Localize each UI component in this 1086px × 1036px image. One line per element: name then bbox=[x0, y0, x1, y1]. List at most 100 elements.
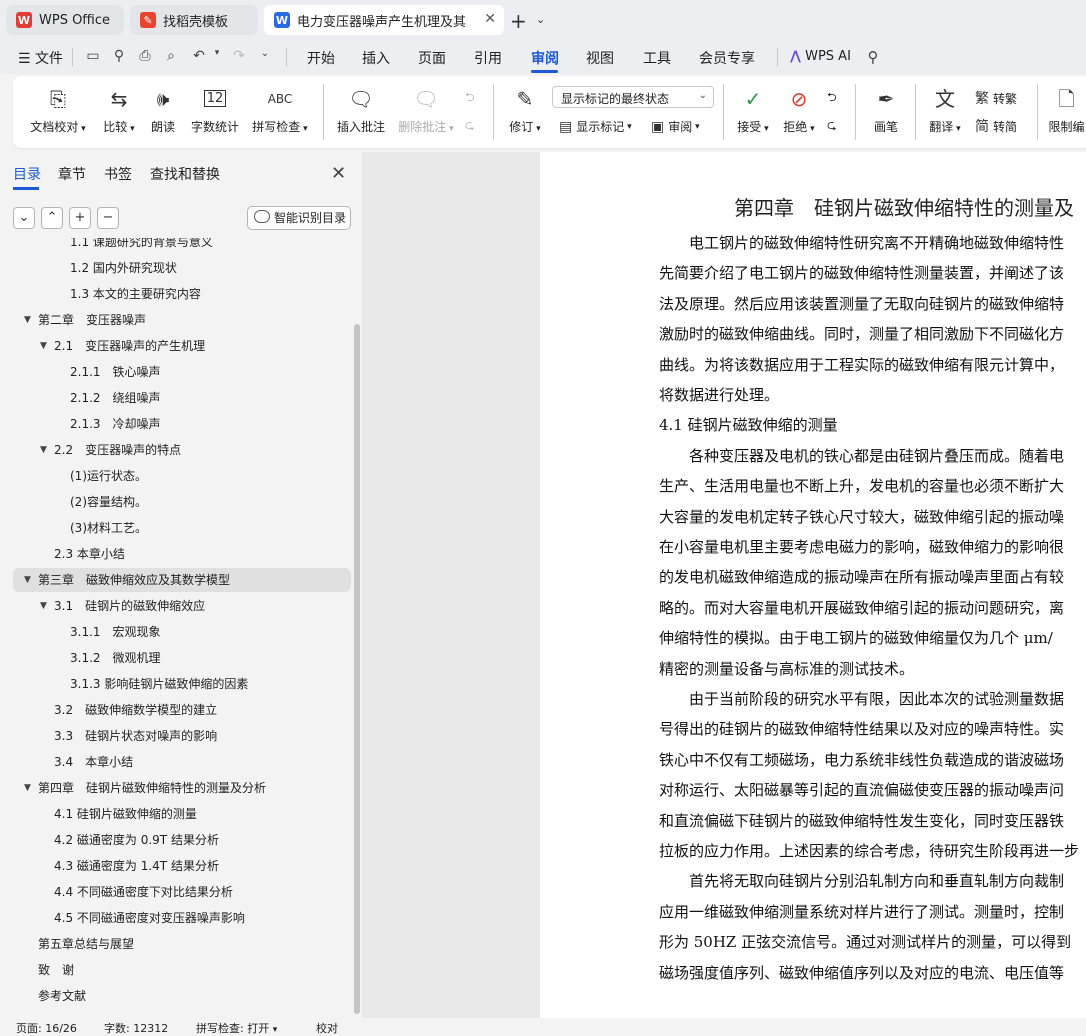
toc-item[interactable]: 1.2 国内外研究现状 bbox=[0, 256, 355, 280]
menu-insert[interactable]: 插入 bbox=[362, 48, 390, 68]
share-icon[interactable]: ⚲ bbox=[110, 48, 128, 66]
toc-item[interactable]: 4.3 磁通密度为 1.4T 结果分析 bbox=[0, 854, 355, 878]
reject-button[interactable]: ⊘ 拒绝 ▾ bbox=[779, 86, 819, 135]
markup-state-select[interactable]: 显示标记的最终状态 ⌄ bbox=[552, 86, 714, 108]
toc-item[interactable]: ▼ 2.1 变压器噪声的产生机理 bbox=[0, 334, 355, 358]
toc-item[interactable]: (2)容量结构。 bbox=[0, 490, 355, 514]
word-count-button[interactable]: 12 字数统计 bbox=[189, 86, 241, 135]
lock-doc-icon: 🗋 bbox=[1058, 87, 1075, 111]
insert-comment-button[interactable]: 🗨 插入批注 bbox=[335, 86, 387, 135]
add-heading-button[interactable]: + bbox=[69, 207, 91, 229]
file-menu[interactable]: ☰ 文件 bbox=[18, 48, 63, 68]
toc-item[interactable]: 3.1.2 微观机理 bbox=[0, 646, 355, 670]
track-changes-button[interactable]: ✎ 修订 ▾ bbox=[505, 86, 545, 135]
tab-wps-office[interactable]: W WPS Office bbox=[6, 5, 124, 35]
toc-item[interactable]: 2.1.3 冷却噪声 bbox=[0, 412, 355, 436]
toc-item[interactable]: 1.1 课题研究的背景与意义 bbox=[0, 238, 355, 254]
tab-bookmarks[interactable]: 书签 bbox=[104, 164, 132, 184]
chevron-down-icon[interactable]: ▾ bbox=[208, 48, 226, 66]
menu-review[interactable]: 审阅 bbox=[531, 48, 559, 68]
toc-item[interactable]: ▼ 2.2 变压器噪声的特点 bbox=[0, 438, 355, 462]
collapse-arrow-icon[interactable]: ▼ bbox=[24, 776, 31, 800]
word-count-indicator[interactable]: 字数: 12312 bbox=[104, 1020, 168, 1036]
toc-item[interactable]: 4.1 硅钢片磁致伸缩的测量 bbox=[0, 802, 355, 826]
toc-scrollbar[interactable] bbox=[354, 324, 360, 1014]
toc-item[interactable]: (1)运行状态。 bbox=[0, 464, 355, 488]
collapse-up-button[interactable]: ⌃ bbox=[41, 207, 63, 229]
restrict-editing-button[interactable]: 🗋 限制编 bbox=[1047, 86, 1086, 135]
search-icon[interactable]: ⚲ bbox=[864, 48, 882, 66]
menu-view[interactable]: 视图 bbox=[586, 48, 614, 68]
menu-tools[interactable]: 工具 bbox=[643, 48, 671, 68]
toc-item[interactable]: 3.4 本章小结 bbox=[0, 750, 355, 774]
read-aloud-button[interactable]: 🕪 朗读 bbox=[147, 86, 179, 135]
pen-button[interactable]: ✒ 画笔 bbox=[871, 86, 901, 135]
undo-icon[interactable]: ↶ bbox=[190, 48, 208, 66]
toc-item[interactable]: 3.1.1 宏观现象 bbox=[0, 620, 355, 644]
toc-item[interactable]: ▼ 第二章 变压器噪声 bbox=[0, 308, 355, 332]
document-page[interactable]: 第四章 硅钢片磁致伸缩特性的测量及 电工钢片的磁致伸缩特性研究离不开精确地磁致伸… bbox=[540, 152, 1086, 1018]
tab-chapters[interactable]: 章节 bbox=[58, 164, 86, 184]
toc-item[interactable]: 3.1.3 影响硅钢片磁致伸缩的因素 bbox=[0, 672, 355, 696]
spell-check-button[interactable]: ABC 拼写检查 ▾ bbox=[249, 86, 311, 135]
proofread-status[interactable]: 校对 bbox=[316, 1020, 338, 1036]
compare-button[interactable]: ⇆ 比较 ▾ bbox=[97, 86, 141, 135]
collapse-arrow-icon[interactable]: ▼ bbox=[24, 568, 31, 592]
toc-item[interactable]: 3.2 磁致伸缩数学模型的建立 bbox=[0, 698, 355, 722]
delete-comment-button[interactable]: 🗨 删除批注 ▾ bbox=[395, 86, 457, 135]
remove-heading-button[interactable]: − bbox=[97, 207, 119, 229]
proofread-button[interactable]: ⎘ 文档校对 ▾ bbox=[29, 86, 87, 135]
toc-item[interactable]: 3.3 硅钢片状态对噪声的影响 bbox=[0, 724, 355, 748]
close-icon[interactable]: ✕ bbox=[331, 163, 346, 184]
next-comment-icon[interactable]: ⮎ bbox=[465, 116, 475, 137]
prev-change-icon[interactable]: ⮌ bbox=[827, 88, 837, 109]
spell-check-status[interactable]: 拼写检查: 打开 ▾ bbox=[196, 1020, 277, 1036]
collapse-arrow-icon[interactable]: ▼ bbox=[24, 308, 31, 332]
tab-find-replace[interactable]: 查找和替换 bbox=[150, 164, 220, 184]
next-change-icon[interactable]: ⮎ bbox=[827, 116, 837, 137]
collapse-arrow-icon[interactable]: ▼ bbox=[40, 334, 47, 358]
close-icon[interactable]: ✕ bbox=[484, 11, 496, 27]
chevron-down-icon[interactable]: ⌄ bbox=[536, 13, 545, 26]
chevron-down-icon[interactable]: ⌄ bbox=[256, 48, 274, 66]
print-icon[interactable]: ⎙ bbox=[136, 48, 154, 66]
prev-comment-icon[interactable]: ⮌ bbox=[465, 88, 475, 109]
to-simplified-button[interactable]: 简 转简 bbox=[975, 116, 1017, 136]
toc-item[interactable]: 4.5 不同磁通密度对变压器噪声影响 bbox=[0, 906, 355, 930]
wps-ai-button[interactable]: ⋀ WPS AI bbox=[790, 49, 851, 64]
smart-toc-button[interactable]: 智能识别目录 bbox=[247, 206, 351, 230]
toc-item[interactable]: 1.3 本文的主要研究内容 bbox=[0, 282, 355, 306]
translate-button[interactable]: 文 翻译 ▾ bbox=[925, 86, 965, 135]
tab-toc[interactable]: 目录 bbox=[13, 164, 41, 184]
toc-item[interactable]: 4.4 不同磁通密度下对比结果分析 bbox=[0, 880, 355, 904]
expand-down-button[interactable]: ⌄ bbox=[13, 207, 35, 229]
toc-item[interactable]: (3)材料工艺。 bbox=[0, 516, 355, 540]
toc-item[interactable]: 2.1.1 铁心噪声 bbox=[0, 360, 355, 384]
tab-current-document[interactable]: W 电力变压器噪声产生机理及其影 ✕ bbox=[264, 5, 504, 35]
accept-button[interactable]: ✓ 接受 ▾ bbox=[733, 86, 773, 135]
print-preview-icon[interactable]: ⌕ bbox=[162, 48, 180, 66]
toc-item[interactable]: 第五章总结与展望 bbox=[0, 932, 355, 956]
menu-page[interactable]: 页面 bbox=[418, 48, 446, 68]
menu-references[interactable]: 引用 bbox=[474, 48, 502, 68]
toc-item[interactable]: 4.2 磁通密度为 0.9T 结果分析 bbox=[0, 828, 355, 852]
redo-icon[interactable]: ↷ bbox=[230, 48, 248, 66]
page-indicator[interactable]: 页面: 16/26 bbox=[16, 1020, 77, 1036]
menu-home[interactable]: 开始 bbox=[307, 48, 335, 68]
toc-item[interactable]: 2.3 本章小结 bbox=[0, 542, 355, 566]
save-icon[interactable]: ▭ bbox=[84, 48, 102, 66]
toc-item[interactable]: ▼ 3.1 硅钢片的磁致伸缩效应 bbox=[0, 594, 355, 618]
to-traditional-button[interactable]: 繁 转繁 bbox=[975, 88, 1017, 108]
toc-item[interactable]: 致 谢 bbox=[0, 958, 355, 982]
toc-item[interactable]: ▼ 第四章 硅钢片磁致伸缩特性的测量及分析 bbox=[0, 776, 355, 800]
toc-item[interactable]: 2.1.2 绕组噪声 bbox=[0, 386, 355, 410]
collapse-arrow-icon[interactable]: ▼ bbox=[40, 594, 47, 618]
toc-item[interactable]: ▼ 第三章 磁致伸缩效应及其数学模型 bbox=[13, 568, 351, 592]
new-tab-icon[interactable]: + bbox=[510, 9, 527, 33]
tab-docer-templates[interactable]: ✎ 找稻壳模板 bbox=[130, 5, 258, 35]
menu-member[interactable]: 会员专享 bbox=[699, 48, 755, 68]
collapse-arrow-icon[interactable]: ▼ bbox=[40, 438, 47, 462]
show-markup-button[interactable]: ▤ 显示标记 ▾ bbox=[559, 118, 632, 135]
review-pane-button[interactable]: ▣ 审阅 ▾ bbox=[651, 118, 700, 135]
toc-item[interactable]: 参考文献 bbox=[0, 984, 355, 1008]
